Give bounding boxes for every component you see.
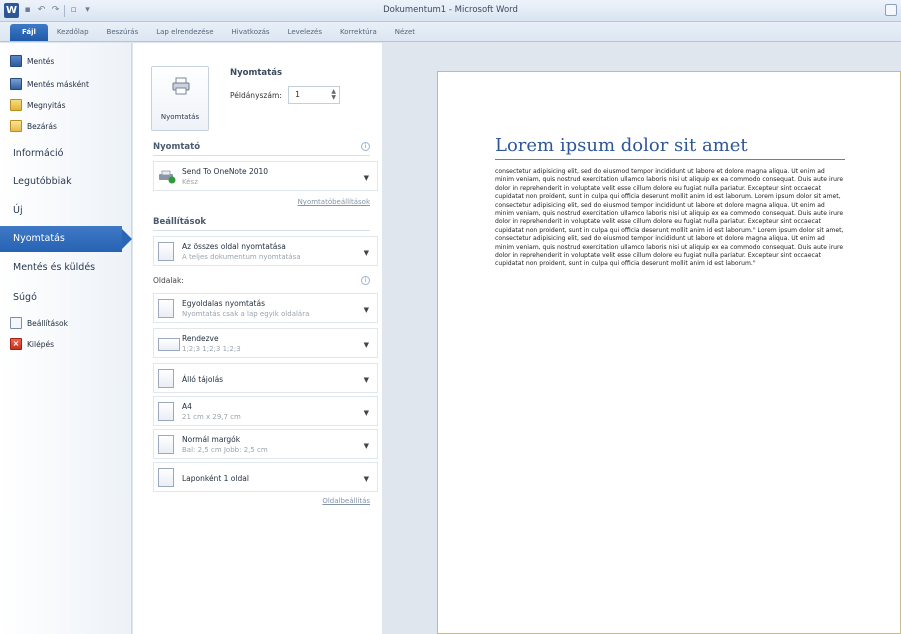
chevron-down-icon: ▼ [363, 174, 369, 182]
nav-save-as[interactable]: Mentés másként [10, 77, 89, 91]
nav-close-label: Bezárás [27, 121, 57, 131]
setting-title: A4 [182, 402, 192, 411]
printer-dropdown[interactable]: Send To OneNote 2010 Kész ▼ [153, 161, 378, 191]
window-title: Dokumentum1 - Microsoft Word [383, 5, 518, 15]
setting-title: Normál margók [182, 435, 241, 444]
save-icon [10, 55, 22, 67]
setting-subtitle: Bal: 2,5 cm Jobb: 2,5 cm [182, 446, 268, 454]
heading-underline [495, 159, 845, 160]
nav-options[interactable]: Beállítások [10, 316, 68, 330]
chevron-down-icon: ▼ [363, 475, 369, 483]
orientation-dropdown[interactable]: Álló tájolás ▼ [153, 363, 378, 393]
ribbon-tabs: Fájl Kezdőlap Beszúrás Lap elrendezése H… [0, 22, 901, 42]
divider [153, 155, 370, 156]
print-preview-page: Lorem ipsum dolor sit amet consectetur a… [437, 71, 901, 634]
setting-title: Egyoldalas nyomtatás [182, 299, 266, 308]
info-icon[interactable]: i [361, 276, 370, 285]
one-sided-icon [158, 299, 174, 318]
pages-per-sheet-dropdown[interactable]: Laponként 1 oldal ▼ [153, 462, 378, 492]
margins-dropdown[interactable]: Normál margók Bal: 2,5 cm Jobb: 2,5 cm ▼ [153, 429, 378, 459]
chevron-down-icon: ▼ [363, 249, 369, 257]
exit-icon: × [10, 338, 22, 350]
margins-icon [158, 435, 174, 454]
info-icon[interactable]: i [361, 142, 370, 151]
pages-per-sheet-icon [158, 468, 174, 487]
chevron-down-icon: ▼ [363, 376, 369, 384]
printer-name: Send To OneNote 2010 [182, 167, 269, 176]
setting-subtitle: 21 cm x 29,7 cm [182, 413, 241, 421]
printer-icon [172, 77, 190, 95]
nav-options-label: Beállítások [27, 318, 68, 328]
nav-save-as-label: Mentés másként [27, 79, 89, 89]
nav-save-and-send[interactable]: Mentés és küldés [13, 262, 95, 273]
sided-dropdown[interactable]: Egyoldalas nyomtatás Nyomtatás csak a la… [153, 293, 378, 323]
pages-label: Oldalak: [153, 276, 184, 285]
backstage-nav: Mentés Mentés másként Megnyitás Bezárás … [0, 43, 132, 634]
collate-icon [158, 338, 180, 351]
tab-mailings[interactable]: Levelezés [279, 28, 331, 41]
tab-page-layout[interactable]: Lap elrendezése [147, 28, 222, 41]
nav-exit[interactable]: × Kilépés [10, 337, 54, 351]
nav-close[interactable]: Bezárás [10, 119, 57, 133]
copies-spinner[interactable]: 1 ▲ ▼ [288, 86, 340, 104]
document-heading: Lorem ipsum dolor sit amet [495, 135, 748, 156]
printer-heading: Nyomtató [153, 142, 201, 152]
open-folder-icon [10, 99, 22, 111]
copies-label: Példányszám: [230, 91, 282, 100]
window-control-button[interactable] [885, 4, 897, 16]
nav-open-label: Megnyitás [27, 100, 66, 110]
chevron-down-icon: ▼ [363, 306, 369, 314]
divider [153, 230, 370, 231]
nav-print[interactable]: Nyomtatás [0, 226, 132, 252]
settings-heading: Beállítások [153, 217, 207, 227]
print-button-label: Nyomtatás [160, 113, 200, 121]
tab-insert[interactable]: Beszúrás [98, 28, 148, 41]
save-as-icon [10, 78, 22, 90]
setting-title: Az összes oldal nyomtatása [182, 242, 286, 251]
nav-save-label: Mentés [27, 56, 55, 66]
printer-status: Kész [182, 178, 198, 186]
print-button[interactable]: Nyomtatás [151, 66, 209, 131]
paper-size-dropdown[interactable]: A4 21 cm x 29,7 cm ▼ [153, 396, 378, 426]
spinner-arrows-icon[interactable]: ▲ ▼ [331, 89, 336, 101]
nav-open[interactable]: Megnyitás [10, 98, 66, 112]
printer-ready-icon [159, 170, 176, 184]
print-range-dropdown[interactable]: Az összes oldal nyomtatása A teljes doku… [153, 236, 378, 266]
printer-properties-link[interactable]: Nyomtatóbeállítások [298, 198, 370, 206]
tab-references[interactable]: Hivatkozás [223, 28, 279, 41]
chevron-down-icon: ▼ [363, 442, 369, 450]
portrait-icon [158, 369, 174, 388]
page-range-icon [158, 242, 174, 261]
setting-title: Laponként 1 oldal [182, 474, 249, 483]
page-setup-link[interactable]: Oldalbeállítás [322, 497, 370, 505]
print-options-panel: Nyomtatás Nyomtatás Példányszám: 1 ▲ ▼ Ny… [133, 43, 383, 634]
nav-new[interactable]: Új [13, 205, 23, 216]
title-bar: W ▪ ↶ ↷ ▫ ▾ Dokumentum1 - Microsoft Word [0, 0, 901, 22]
collate-dropdown[interactable]: Rendezve 1;2;3 1;2;3 1;2;3 ▼ [153, 328, 378, 358]
chevron-down-icon: ▼ [363, 341, 369, 349]
tab-file[interactable]: Fájl [10, 24, 48, 41]
print-title: Nyomtatás [230, 68, 283, 78]
tab-view[interactable]: Nézet [386, 28, 424, 41]
copies-value: 1 [295, 90, 301, 99]
nav-exit-label: Kilépés [27, 339, 54, 349]
setting-title: Álló tájolás [182, 375, 224, 384]
document-body: consectetur adipisicing elit, sed do eiu… [495, 168, 844, 268]
setting-subtitle: A teljes dokumentum nyomtatása [182, 253, 301, 261]
setting-subtitle: Nyomtatás csak a lap egyik oldalára [182, 310, 310, 318]
setting-title: Rendezve [182, 334, 219, 343]
nav-save[interactable]: Mentés [10, 54, 54, 68]
nav-help[interactable]: Súgó [13, 292, 37, 303]
close-folder-icon [10, 120, 22, 132]
options-icon [10, 317, 22, 329]
preview-background [383, 43, 427, 634]
tab-review[interactable]: Korrektúra [331, 28, 386, 41]
nav-recent[interactable]: Legutóbbiak [13, 176, 72, 187]
paper-size-icon [158, 402, 174, 421]
chevron-down-icon: ▼ [363, 409, 369, 417]
nav-info[interactable]: Információ [13, 148, 63, 159]
tab-home[interactable]: Kezdőlap [48, 28, 98, 41]
setting-subtitle: 1;2;3 1;2;3 1;2;3 [182, 345, 241, 353]
